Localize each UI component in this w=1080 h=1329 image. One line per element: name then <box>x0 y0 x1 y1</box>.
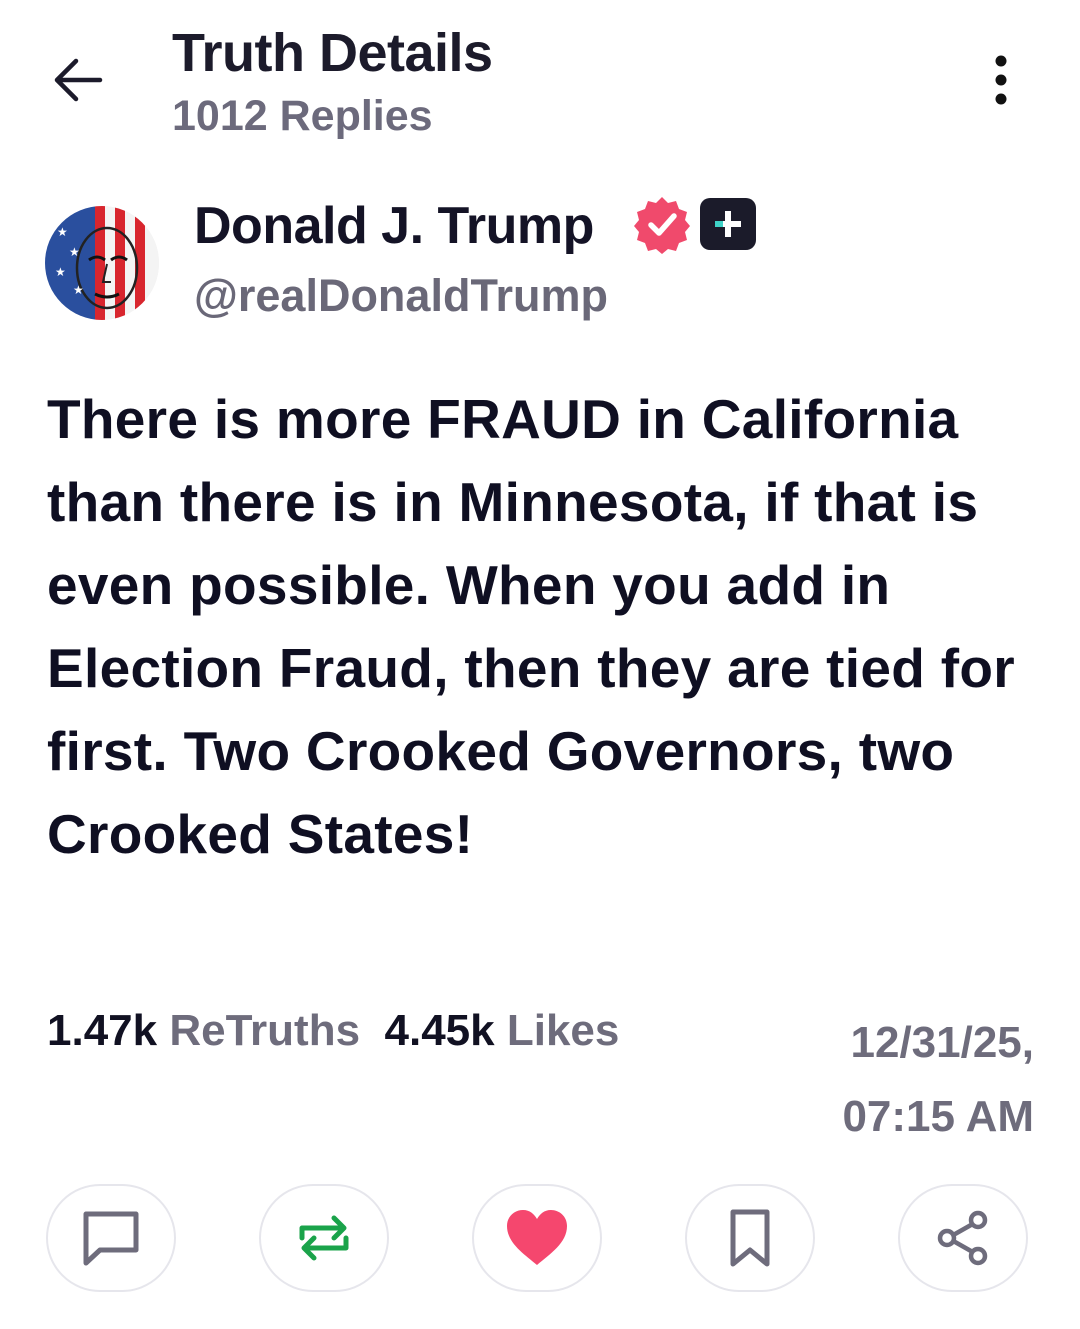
author-row: ★ ★ ★ ★ Donald J. Trump @realDonaldTrump <box>0 190 1080 340</box>
post-time: 07:15 AM <box>842 1092 1034 1141</box>
page-title: Truth Details <box>172 23 493 83</box>
author-name[interactable]: Donald J. Trump <box>194 196 594 256</box>
back-button[interactable] <box>48 52 108 108</box>
more-vertical-icon <box>995 55 1007 105</box>
verified-badge-icon <box>634 197 690 254</box>
top-bar: Truth Details 1012 Replies <box>0 0 1080 160</box>
svg-text:★: ★ <box>69 245 80 259</box>
bookmark-button[interactable] <box>685 1184 815 1292</box>
reply-count: 1012 Replies <box>172 92 433 140</box>
action-bar <box>0 1184 1080 1296</box>
reply-button[interactable] <box>46 1184 176 1292</box>
retruth-icon <box>299 1215 349 1261</box>
likes-label: Likes <box>506 1006 620 1055</box>
post-text: There is more FRAUD in California than t… <box>47 388 1015 865</box>
post-date: 12/31/25, <box>850 1018 1035 1067</box>
share-button[interactable] <box>898 1184 1028 1292</box>
more-options-button[interactable] <box>978 52 1024 108</box>
svg-text:★: ★ <box>55 265 66 279</box>
post-timestamp: 12/31/25, 07:15 AM <box>842 1006 1034 1154</box>
likes-count: 4.45k <box>384 1006 495 1055</box>
comment-icon <box>83 1211 139 1266</box>
svg-text:★: ★ <box>73 283 84 297</box>
bookmark-icon <box>730 1209 770 1267</box>
heart-icon <box>507 1210 567 1265</box>
likes-stat[interactable]: 4.45k Likes <box>385 1006 620 1055</box>
retruth-button[interactable] <box>259 1184 389 1292</box>
avatar[interactable]: ★ ★ ★ ★ <box>45 206 159 320</box>
retruths-label: ReTruths <box>169 1006 361 1055</box>
svg-text:★: ★ <box>57 225 68 239</box>
author-handle[interactable]: @realDonaldTrump <box>194 270 608 322</box>
arrow-left-icon <box>54 58 103 102</box>
retruths-count: 1.47k <box>47 1006 158 1055</box>
share-icon <box>937 1210 988 1266</box>
retruths-stat[interactable]: 1.47k ReTruths <box>47 1006 360 1055</box>
truth-plus-badge-icon <box>700 198 756 250</box>
post-stats: 1.47k ReTruths 4.45k Likes <box>47 1006 619 1056</box>
like-button[interactable] <box>472 1184 602 1292</box>
